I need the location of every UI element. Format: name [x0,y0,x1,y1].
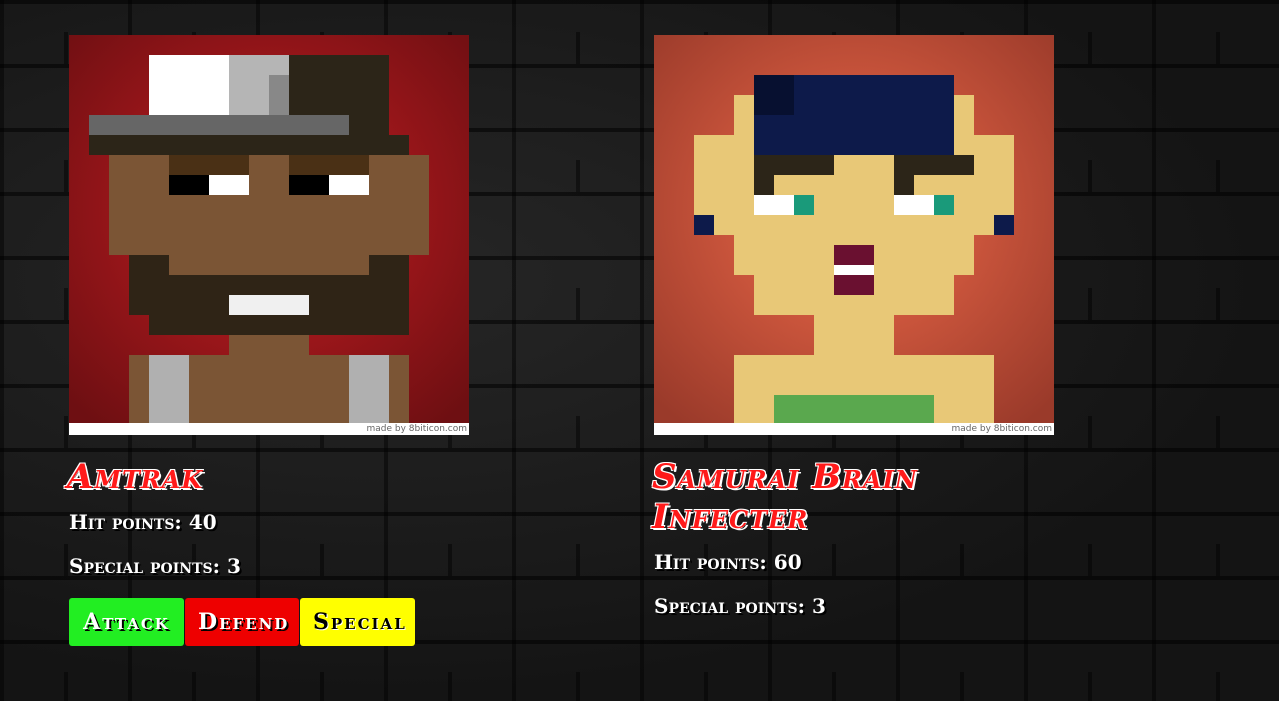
enemy-hit-points: Hit points: 60 [654,543,1054,581]
hp-label: Hit points: [69,510,182,534]
portrait-credit: made by 8biticon.com [654,423,1054,435]
enemy-portrait: made by 8biticon.com [654,35,1054,435]
sp-label: Special points: [654,594,805,618]
hp-label: Hit points: [654,550,767,574]
player-hit-points: Hit points: 40 [69,503,469,541]
enemy-special-points: Special points: 3 [654,587,1054,625]
sp-value: 3 [226,554,241,578]
defend-button[interactable]: Defend [185,598,299,646]
pixel-avatar-man-icon [69,35,469,423]
portrait-credit: made by 8biticon.com [69,423,469,435]
sp-value: 3 [811,594,826,618]
hp-value: 60 [773,550,802,574]
hp-value: 40 [188,510,217,534]
action-buttons: Attack Defend Special [69,598,469,646]
pixel-avatar-woman-icon [654,35,1054,423]
player-special-points: Special points: 3 [69,547,469,585]
player-name: Amtrak [67,457,204,497]
enemy-card: made by 8biticon.com Samurai Brain Infec… [652,35,1054,625]
special-button[interactable]: Special [300,598,415,646]
attack-button[interactable]: Attack [69,598,184,646]
player-card: made by 8biticon.com Amtrak Hit points: … [67,35,469,646]
enemy-name: Samurai Brain Infecter [652,457,918,537]
player-portrait: made by 8biticon.com [69,35,469,435]
sp-label: Special points: [69,554,220,578]
